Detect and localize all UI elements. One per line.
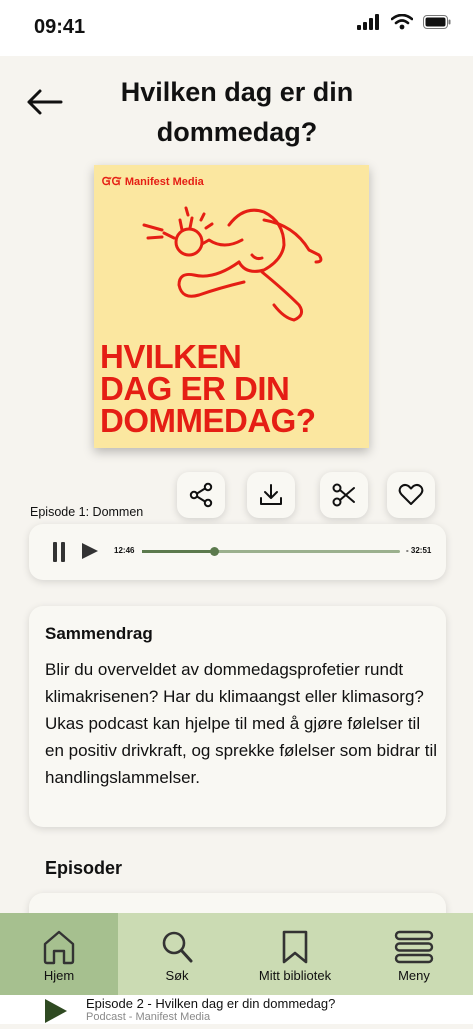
scissors-icon [332,483,355,507]
nav-item-menu[interactable]: Meny [355,913,473,995]
status-time: 09:41 [34,16,86,38]
status-bar: 09:41 [0,0,473,56]
nav-label: Søk [165,968,189,983]
menu-icon [394,928,434,966]
summary-card: Sammendrag Blir du overveldet av dommeda… [29,606,446,827]
home-icon [42,928,76,966]
podcast-cover: ᏳᏳ Manifest Media HVILKEN DAG ER DIN DOM… [94,165,369,448]
share-button[interactable] [177,472,225,518]
nav-item-home[interactable]: Hjem [0,913,118,995]
play-icon [82,543,98,559]
cover-brand-text: Manifest Media [124,176,204,188]
signal-icon [357,14,379,30]
elapsed-time: 12:46 [114,546,135,555]
audio-player: 12:46 - 32:51 [29,524,446,580]
cover-title-line: DAG ER DIN [100,370,290,407]
cover-title-line: HVILKEN [100,338,242,375]
current-episode-label: Episode 1: Dommen [30,505,144,519]
cover-title: HVILKEN DAG ER DIN DOMMEDAG? [100,338,368,439]
play-icon [45,999,67,1023]
heart-icon [398,483,424,505]
mini-play-button[interactable] [44,998,68,1029]
search-icon [160,928,194,966]
play-button[interactable] [81,542,99,565]
arrow-left-icon [27,89,63,115]
battery-icon [423,15,451,29]
progress-knob[interactable] [209,547,219,556]
remaining-time: - 32:51 [406,546,432,555]
running-figure-illustration [142,206,323,322]
nav-label: Mitt bibliotek [258,968,332,983]
mini-player-subtitle: Podcast - Manifest Media [86,1011,211,1023]
bookmark-icon [280,928,310,966]
favorite-button[interactable] [387,472,435,518]
pause-button[interactable] [53,542,65,562]
download-icon [260,484,282,505]
nav-label: Meny [398,968,430,983]
nav-item-library[interactable]: Mitt bibliotek [236,913,354,995]
mini-player-title: Episode 2 - Hvilken dag er din dommedag? [86,996,336,1011]
page-title: Hvilken dag er din dommedag? [120,77,354,147]
summary-text: Blir du overveldet av dommedagsprofetier… [45,660,438,787]
brand-logo-icon: ᏳᏳ [102,176,125,188]
status-icons [357,14,451,30]
nav-label: Hjem [43,968,75,983]
episodes-heading: Episoder [45,858,123,878]
bottom-nav: Hjem Søk Mitt bibliotek Meny [0,913,473,995]
summary-heading: Sammendrag [45,624,153,643]
pause-icon [53,542,65,562]
progress-fill [142,550,215,553]
cover-title-line: DOMMEDAG? [100,402,316,439]
download-button[interactable] [247,472,295,518]
cover-brand: ᏳᏳ Manifest Media [102,176,204,189]
wifi-icon [391,14,413,30]
nav-item-search[interactable]: Søk [118,913,236,995]
share-icon [189,482,213,508]
back-button[interactable] [22,80,66,124]
progress-track[interactable] [142,547,400,556]
mini-player[interactable]: Episode 2 - Hvilken dag er din dommedag?… [0,995,473,1024]
clip-button[interactable] [320,472,368,518]
